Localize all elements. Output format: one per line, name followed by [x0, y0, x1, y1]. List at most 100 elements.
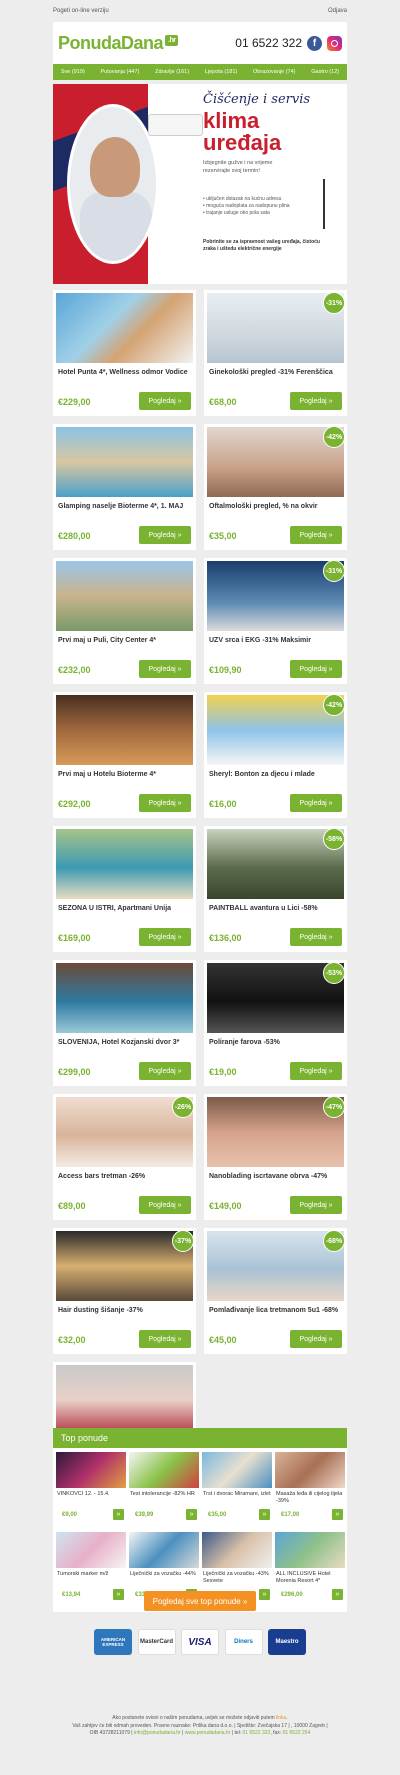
deal-title[interactable]: Oftalmološki pregled, % na okvir	[209, 502, 344, 511]
view-deal-button[interactable]: Pogledaj »	[139, 928, 191, 946]
view-deal-button[interactable]: Pogledaj »	[290, 794, 342, 812]
deal-card[interactable]: -31% UZV srca i EKG -31% Maksimir €109,90 P…	[204, 558, 347, 684]
facebook-icon[interactable]: f	[307, 35, 322, 51]
deal-image[interactable]	[56, 561, 193, 631]
deal-title[interactable]: Ginekološki pregled -31% Ferenščica	[209, 368, 344, 377]
deal-title[interactable]: SEZONA U ISTRI, Apartmani Unija	[58, 904, 193, 913]
nav-item-obrazovanje[interactable]: Obrazovanje (74)	[253, 69, 296, 75]
top-offer-image[interactable]	[202, 1532, 272, 1568]
view-deal-button[interactable]: Pogledaj »	[139, 392, 191, 410]
deal-card[interactable]: Prvi maj u Hotelu Bioterme 4* €292,00 Pogl…	[53, 692, 196, 818]
top-offer-item[interactable]: VINKOVCI 12. - 15.4. €9,00 »	[56, 1452, 128, 1530]
deal-image[interactable]	[56, 695, 193, 765]
deal-title[interactable]: PAINTBALL avantura u Lici -58%	[209, 904, 344, 913]
top-offer-image[interactable]	[275, 1452, 345, 1488]
nav-item-zdravlje[interactable]: Zdravlje (161)	[155, 69, 189, 75]
all-top-offers-button[interactable]: Pogledaj sve top ponude »	[144, 1591, 256, 1611]
deal-title[interactable]: Glamping naselje Bioterme 4*, 1. MAJ	[58, 502, 193, 511]
deal-card[interactable]: -68% Pomlađivanje lica tretmanom 5u1 -68%…	[204, 1228, 347, 1354]
deal-title[interactable]: Access bars tretman -26%	[58, 1172, 193, 1181]
top-offer-title[interactable]: Trst i dvorac Miramare, izlet	[203, 1491, 273, 1498]
top-offer-button[interactable]: »	[113, 1509, 124, 1520]
deal-card[interactable]: SEZONA U ISTRI, Apartmani Unija €169,00 Po…	[53, 826, 196, 952]
top-offer-item[interactable]: ALL INCLUSIVE Hotel Morenia Resort 4* €29…	[275, 1532, 347, 1610]
deal-title[interactable]: Sheryl: Bonton za djecu i mlade	[209, 770, 344, 779]
deal-image[interactable]	[56, 427, 193, 497]
nav-item-ljepota[interactable]: Ljepota (181)	[205, 69, 237, 75]
view-deal-button[interactable]: Pogledaj »	[290, 1062, 342, 1080]
website-link[interactable]: www.ponudadana.hr	[185, 1730, 231, 1736]
deal-title[interactable]: Hotel Punta 4*, Wellness odmor Vodice	[58, 368, 193, 377]
view-deal-button[interactable]: Pogledaj »	[290, 392, 342, 410]
deal-card[interactable]: -26% Access bars tretman -26% €89,00 Pogled…	[53, 1094, 196, 1220]
top-offer-button[interactable]: »	[113, 1589, 124, 1600]
top-offer-item[interactable]: Trst i dvorac Miramare, izlet €35,00 »	[202, 1452, 274, 1530]
top-offer-image[interactable]	[56, 1532, 126, 1568]
deal-card[interactable]: -31% Ginekološki pregled -31% Ferenščica €…	[204, 290, 347, 416]
deal-card[interactable]: -37% Hair dusting šišanje -37% €32,00 Pogle…	[53, 1228, 196, 1354]
deal-title[interactable]: SLOVENIJA, Hotel Kozjanski dvor 3*	[58, 1038, 193, 1047]
view-deal-button[interactable]: Pogledaj »	[139, 1196, 191, 1214]
top-offer-image[interactable]	[202, 1452, 272, 1488]
logo[interactable]: PonudaDana .hr	[58, 33, 179, 54]
deal-card[interactable]: -53% Poliranje farova -53% €19,00 Pogledaj …	[204, 960, 347, 1086]
top-offer-button[interactable]: »	[259, 1509, 270, 1520]
deal-title[interactable]: Pomlađivanje lica tretmanom 5u1 -68%	[209, 1306, 344, 1315]
view-deal-button[interactable]: Pogledaj »	[139, 526, 191, 544]
top-offer-button[interactable]: »	[332, 1509, 343, 1520]
top-offer-image[interactable]	[129, 1532, 199, 1568]
view-deal-button[interactable]: Pogledaj »	[290, 1330, 342, 1348]
top-offer-button[interactable]: »	[332, 1589, 343, 1600]
view-deal-button[interactable]: Pogledaj »	[290, 1196, 342, 1214]
hero-banner[interactable]: Čišćenje i servis klima uređaja Izbjegni…	[53, 84, 347, 284]
top-offer-title[interactable]: ALL INCLUSIVE Hotel Morenia Resort 4*	[276, 1571, 346, 1585]
deal-image[interactable]	[56, 963, 193, 1033]
deal-card[interactable]: Hotel Punta 4*, Wellness odmor Vodice €22…	[53, 290, 196, 416]
deal-image[interactable]	[56, 293, 193, 363]
deal-title[interactable]: Prvi maj u Hotelu Bioterme 4*	[58, 770, 193, 779]
deal-image[interactable]	[56, 829, 193, 899]
deal-card[interactable]: -47% Nanoblading iscrtavane obrva -47% €14…	[204, 1094, 347, 1220]
top-offer-button[interactable]: »	[259, 1589, 270, 1600]
deal-card[interactable]: -58% PAINTBALL avantura u Lici -58% €136,0…	[204, 826, 347, 952]
view-deal-button[interactable]: Pogledaj »	[139, 660, 191, 678]
view-deal-button[interactable]: Pogledaj »	[290, 928, 342, 946]
view-deal-button[interactable]: Pogledaj »	[290, 526, 342, 544]
top-offer-title[interactable]: Masaža leđa ili cijelog tijela -39%	[276, 1491, 346, 1505]
deal-card[interactable]: SLOVENIJA, Hotel Kozjanski dvor 3* €299,0…	[53, 960, 196, 1086]
deal-card[interactable]: Prvi maj u Puli, City Center 4* €232,00 Po…	[53, 558, 196, 684]
view-deal-button[interactable]: Pogledaj »	[290, 660, 342, 678]
deal-card[interactable]: -42% Oftalmološki pregled, % na okvir €35,…	[204, 424, 347, 550]
view-deal-button[interactable]: Pogledaj »	[139, 794, 191, 812]
top-offer-title[interactable]: Test intolerancije -82% HR	[130, 1491, 200, 1498]
top-offer-title[interactable]: Liječnički za vozačku -43% Sesvete	[203, 1571, 273, 1585]
top-offer-button[interactable]: »	[186, 1509, 197, 1520]
nav-item-gastro[interactable]: Gastro (12)	[311, 69, 339, 75]
deal-card[interactable]: -42% Sheryl: Bonton za djecu i mlade €16,0…	[204, 692, 347, 818]
top-offer-item[interactable]: Tumorski marker m/ž €13,94 »	[56, 1532, 128, 1610]
top-offer-image[interactable]	[56, 1452, 126, 1488]
top-offer-item[interactable]: Masaža leđa ili cijelog tijela -39% €17,0…	[275, 1452, 347, 1530]
deal-title[interactable]: Nanoblading iscrtavane obrva -47%	[209, 1172, 344, 1181]
nav-item-sve[interactable]: Sve (919)	[61, 69, 85, 75]
deal-title[interactable]: Poliranje farova -53%	[209, 1038, 344, 1047]
unsubscribe-link[interactable]: Odjava	[328, 8, 347, 14]
deal-card[interactable]: Glamping naselje Bioterme 4*, 1. MAJ €280…	[53, 424, 196, 550]
nav-item-putovanja[interactable]: Putovanja (447)	[101, 69, 140, 75]
instagram-icon[interactable]	[327, 35, 342, 51]
view-deal-button[interactable]: Pogledaj »	[139, 1330, 191, 1348]
top-offer-title[interactable]: Liječnički za vozačku -44%	[130, 1571, 200, 1578]
deal-title[interactable]: UZV srca i EKG -31% Maksimir	[209, 636, 344, 645]
top-offer-image[interactable]	[275, 1532, 345, 1568]
view-deal-button[interactable]: Pogledaj »	[139, 1062, 191, 1080]
deal-title[interactable]: Hair dusting šišanje -37%	[58, 1306, 193, 1315]
top-offer-title[interactable]: Tumorski marker m/ž	[57, 1571, 127, 1578]
email-link[interactable]: info@ponudadana.hr	[134, 1730, 181, 1736]
unsubscribe-footer-link[interactable]: linka	[276, 1715, 286, 1721]
deal-image[interactable]	[56, 1365, 193, 1435]
top-offer-item[interactable]: Test intolerancije -82% HR €39,99 »	[129, 1452, 201, 1530]
online-version-link[interactable]: Pogeti on-line verziju	[53, 8, 109, 14]
top-offer-image[interactable]	[129, 1452, 199, 1488]
deal-title[interactable]: Prvi maj u Puli, City Center 4*	[58, 636, 193, 645]
top-offer-title[interactable]: VINKOVCI 12. - 15.4.	[57, 1491, 127, 1498]
